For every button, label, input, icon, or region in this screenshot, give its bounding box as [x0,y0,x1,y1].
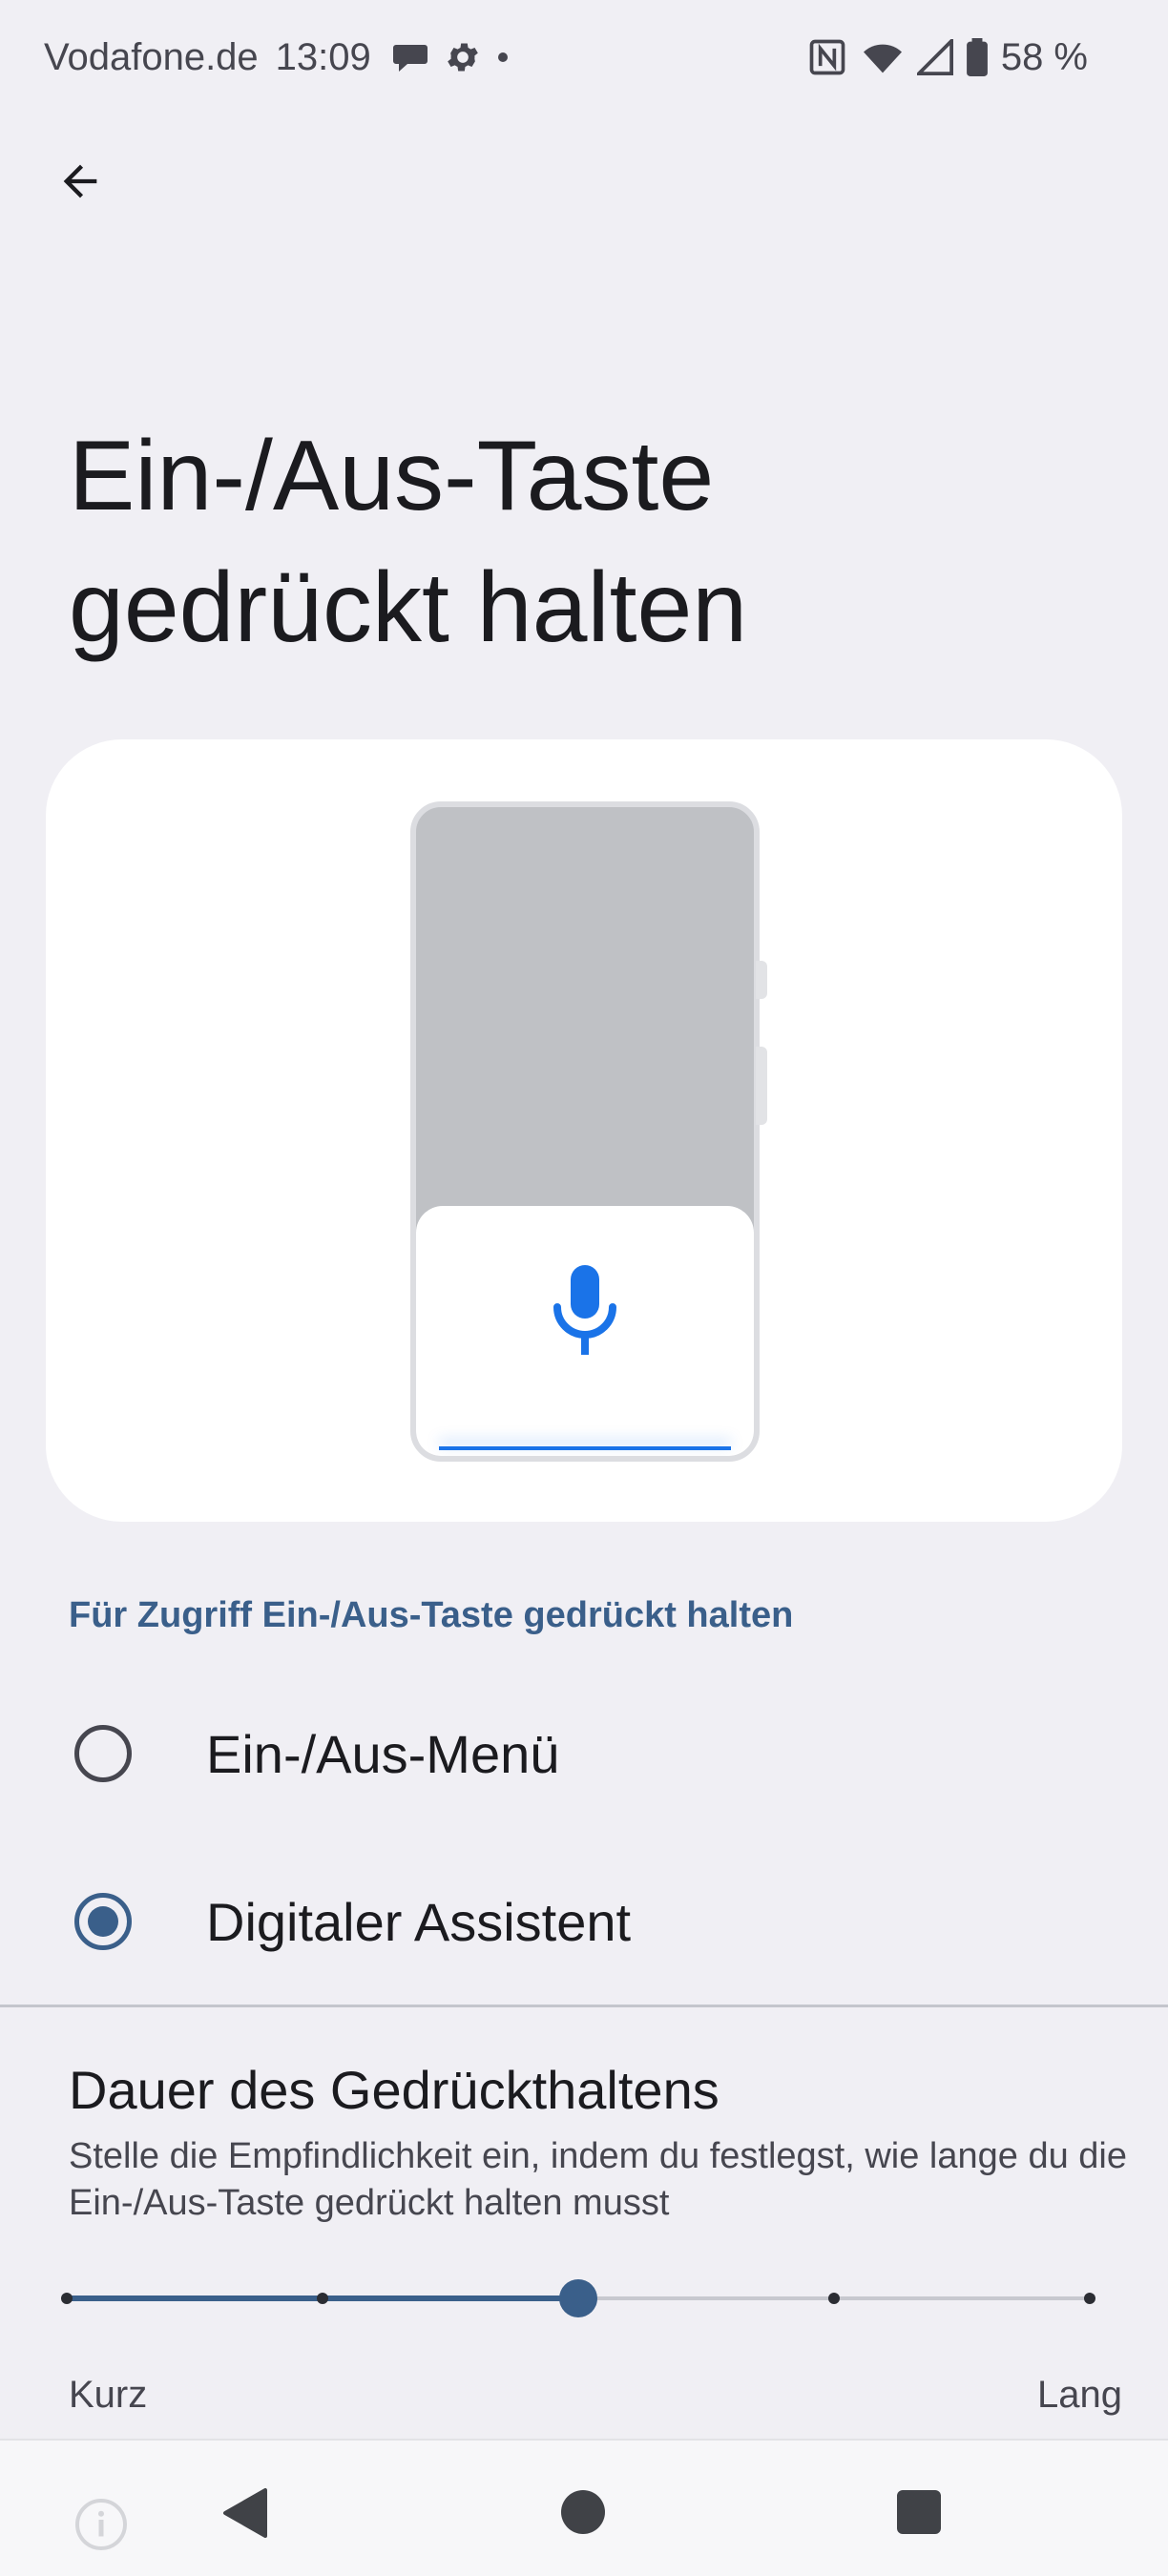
home-circle-icon[interactable] [561,2490,605,2534]
radio-unchecked-icon[interactable] [74,1725,132,1782]
duration-title: Dauer des Gedrückthaltens [69,2060,720,2120]
slider-max-label: Lang [1037,2374,1122,2416]
option-label: Ein-/Aus-Menü [206,1723,560,1784]
status-bar: Vodafone.de 13:09 58 % [0,0,1168,114]
dot-icon [497,52,509,63]
slider-thumb[interactable] [559,2279,597,2317]
nfc-icon [806,36,848,78]
arrow-back-icon [63,164,97,198]
back-triangle-icon[interactable] [221,2486,267,2545]
radio-checked-icon[interactable] [74,1893,132,1950]
info-icon[interactable] [73,2496,130,2558]
status-bar-right: 58 % [806,32,1088,82]
slider-tick [317,2293,328,2304]
divider [0,2005,1168,2007]
battery-icon [966,38,988,76]
slider-tick [61,2293,73,2304]
gear-icon [444,38,482,76]
slider-tick [828,2293,840,2304]
option-label: Digitaler Assistent [206,1891,632,1952]
navigation-bar [0,2439,1168,2576]
phone-side-button [756,961,767,999]
battery-percentage: 58 % [1000,35,1088,78]
chat-bubble-icon [392,41,428,73]
signal-icon [916,39,953,75]
recents-square-icon[interactable] [897,2490,941,2534]
back-button[interactable] [42,143,118,219]
phone-illustration [410,801,760,1462]
microphone-icon [553,1265,616,1355]
phone-power-button [756,1047,767,1125]
status-bar-left: Vodafone.de 13:09 [44,32,524,82]
wifi-icon [862,38,904,76]
assistant-sheet [416,1206,754,1456]
slider-min-label: Kurz [69,2374,148,2416]
page-title: Ein-/Aus-Taste gedrückt halten [69,421,748,663]
illustration-card [46,739,1122,1522]
option-digital-assistant[interactable]: Digitaler Assistent [0,1845,1168,1998]
section-label: Für Zugriff Ein-/Aus-Taste gedrückt halt… [69,1595,794,1635]
duration-slider[interactable] [61,2275,1095,2321]
carrier-name: Vodafone.de [44,35,259,78]
slider-tick [1084,2293,1095,2304]
duration-description: Stelle die Empfindlichkeit ein, indem du… [69,2136,1127,2223]
clock: 13:09 [275,35,371,78]
option-power-menu[interactable]: Ein-/Aus-Menü [0,1677,1168,1830]
assistant-glow-bar [439,1446,731,1450]
